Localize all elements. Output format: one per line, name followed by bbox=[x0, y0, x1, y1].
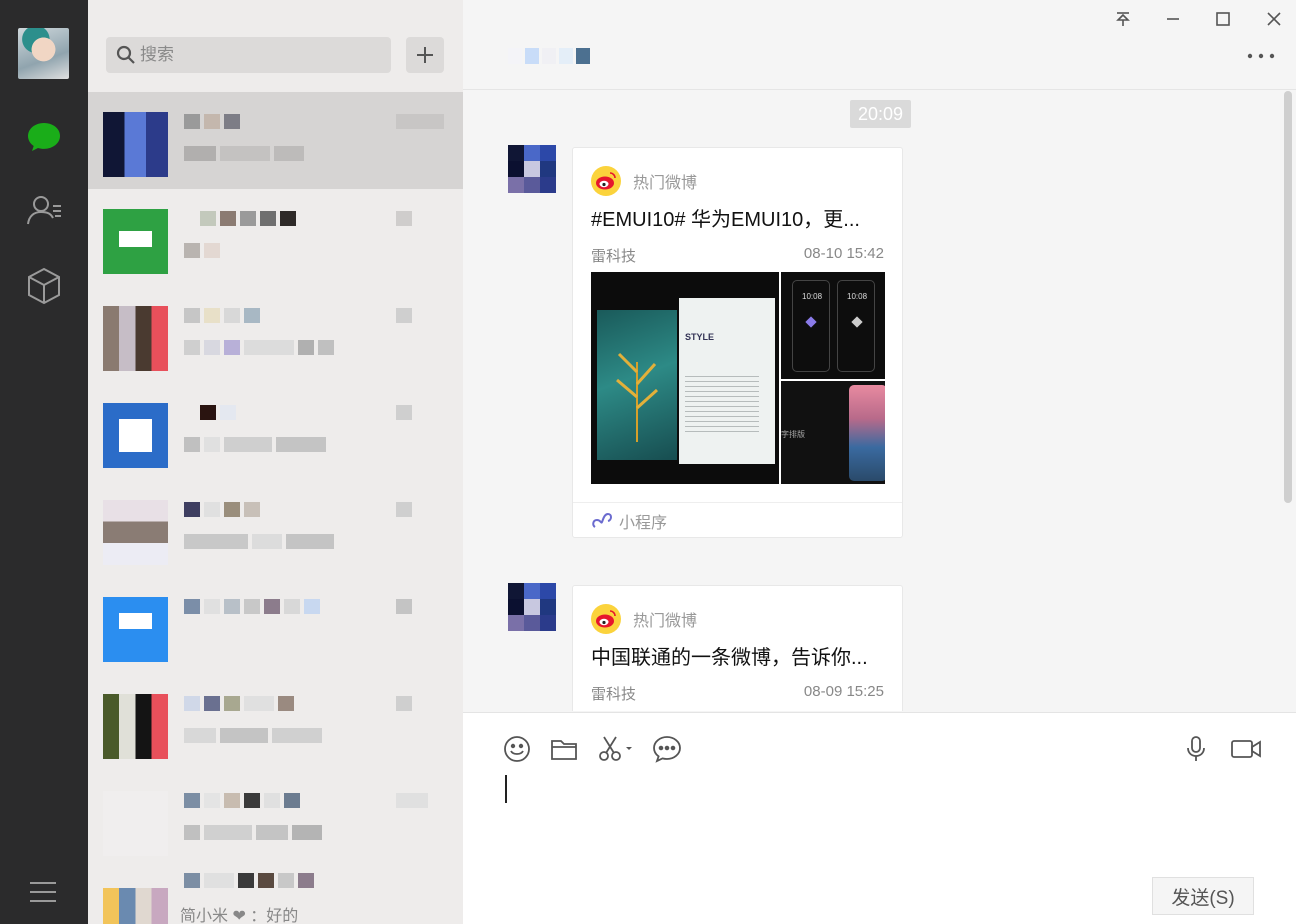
card-author: 雷科技 bbox=[591, 248, 637, 265]
pin-icon[interactable] bbox=[1110, 6, 1136, 32]
avatar bbox=[103, 597, 168, 662]
card-title: 中国联通的一条微博，告诉你... bbox=[591, 647, 868, 669]
microphone-icon[interactable] bbox=[1180, 733, 1212, 765]
text-cursor bbox=[505, 775, 507, 803]
sender-avatar[interactable] bbox=[508, 583, 556, 631]
message-input-area[interactable]: 发送(S) bbox=[463, 712, 1296, 924]
conversation-preview: 简小米 ❤ ：好的 bbox=[180, 908, 299, 924]
avatar bbox=[103, 112, 168, 177]
phone-image: 字排版 bbox=[781, 381, 885, 484]
minimize-icon[interactable] bbox=[1160, 6, 1186, 32]
card-meta: 雷科技 08-09 15:25 bbox=[591, 683, 884, 704]
list-item[interactable]: 简小米 ❤ ：好的 bbox=[88, 868, 463, 924]
avatar bbox=[103, 306, 168, 371]
weibo-icon bbox=[591, 166, 621, 196]
video-call-icon[interactable] bbox=[1226, 733, 1266, 765]
conversation-list: 简小米 ❤ ：好的 bbox=[88, 92, 463, 924]
scissors-icon[interactable] bbox=[596, 733, 636, 765]
avatar bbox=[103, 500, 168, 565]
list-item[interactable] bbox=[88, 674, 463, 771]
avatar bbox=[103, 791, 168, 856]
mini-program-card[interactable]: 热门微博 中国联通的一条微博，告诉你... 雷科技 08-09 15:25 bbox=[572, 585, 903, 711]
avatar bbox=[103, 403, 168, 468]
card-title: #EMUI10# 华为EMUI10，更... bbox=[591, 209, 860, 231]
timestamp: 20:09 bbox=[850, 100, 911, 128]
list-item[interactable] bbox=[88, 383, 463, 480]
phone-image: 10:08 10:08 bbox=[781, 272, 885, 379]
cube-icon[interactable] bbox=[24, 266, 64, 306]
avatar bbox=[103, 209, 168, 274]
more-icon[interactable] bbox=[1246, 48, 1276, 64]
search-box[interactable] bbox=[106, 37, 391, 73]
list-item[interactable] bbox=[88, 189, 463, 286]
close-icon[interactable] bbox=[1261, 6, 1287, 32]
card-source-name: 热门微博 bbox=[633, 175, 698, 192]
send-button[interactable]: 发送(S) bbox=[1152, 877, 1254, 915]
chat-icon[interactable] bbox=[24, 117, 64, 157]
mini-program-icon bbox=[592, 512, 612, 528]
my-avatar[interactable] bbox=[18, 28, 69, 79]
card-meta: 雷科技 08-10 15:42 bbox=[591, 245, 884, 266]
card-footer: 小程序 bbox=[573, 502, 902, 538]
book-label: STYLE bbox=[685, 332, 715, 342]
phone-time-1: 10:08 bbox=[802, 292, 823, 301]
maximize-icon[interactable] bbox=[1210, 6, 1236, 32]
card-source-name: 热门微博 bbox=[633, 613, 698, 630]
weibo-icon bbox=[591, 604, 621, 634]
card-source: 热门微博 bbox=[591, 604, 697, 634]
scrollbar[interactable] bbox=[1284, 91, 1292, 503]
search-input[interactable] bbox=[140, 45, 370, 65]
search-icon bbox=[116, 45, 136, 65]
mini-program-label: 小程序 bbox=[619, 514, 668, 532]
contacts-icon[interactable] bbox=[24, 190, 64, 230]
message-list: 20:09 热门微博 #EMUI10# 华为EMUI10，更... 雷科技 08… bbox=[463, 91, 1296, 711]
book-image: STYLE bbox=[591, 272, 779, 484]
chat-title bbox=[508, 48, 590, 64]
avatar bbox=[103, 888, 168, 924]
card-date: 08-10 15:42 bbox=[803, 245, 884, 262]
chat-header bbox=[463, 0, 1296, 90]
card-date: 08-09 15:25 bbox=[803, 683, 884, 700]
list-item[interactable] bbox=[88, 286, 463, 383]
add-button[interactable] bbox=[406, 37, 444, 73]
nav-rail bbox=[0, 0, 88, 924]
card-source: 热门微博 bbox=[591, 166, 697, 196]
list-item[interactable] bbox=[88, 577, 463, 674]
conversation-list-panel: 简小米 ❤ ：好的 bbox=[88, 0, 463, 924]
sender-avatar[interactable] bbox=[508, 145, 556, 193]
card-author: 雷科技 bbox=[591, 686, 637, 703]
image-caption: 字排版 bbox=[781, 430, 805, 439]
chat-history-icon[interactable] bbox=[651, 733, 683, 765]
card-image: STYLE 10:08 10:08 字排版 bbox=[591, 272, 885, 484]
mini-program-card[interactable]: 热门微博 #EMUI10# 华为EMUI10，更... 雷科技 08-10 15… bbox=[572, 147, 903, 538]
list-item[interactable] bbox=[88, 92, 463, 189]
chat-panel: 20:09 热门微博 #EMUI10# 华为EMUI10，更... 雷科技 08… bbox=[463, 0, 1296, 924]
list-item[interactable] bbox=[88, 771, 463, 868]
list-item[interactable] bbox=[88, 480, 463, 577]
emoji-icon[interactable] bbox=[501, 733, 533, 765]
plus-icon bbox=[417, 47, 433, 63]
avatar bbox=[103, 694, 168, 759]
folder-icon[interactable] bbox=[548, 733, 580, 765]
phone-time-2: 10:08 bbox=[847, 292, 868, 301]
menu-icon[interactable] bbox=[28, 880, 58, 904]
